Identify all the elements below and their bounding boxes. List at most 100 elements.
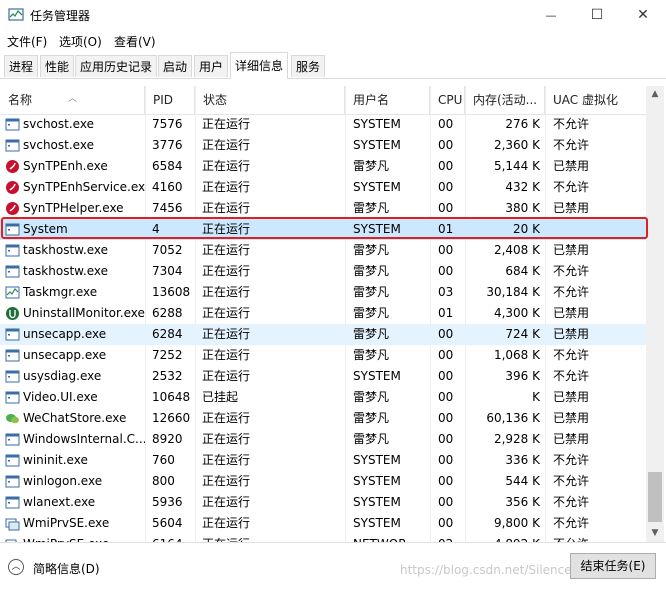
cell-name: UninstallMonitor.exe <box>23 306 145 320</box>
cell-pid: 800 <box>152 474 175 488</box>
cell-user: 雷梦凡 <box>353 432 390 446</box>
table-row[interactable]: WindowsInternal.C... 8920 正在运行 雷梦凡 00 2,928 K… <box>0 429 646 450</box>
tab-startup[interactable]: 启动 <box>158 55 193 77</box>
end-task-button[interactable]: 结束任务(E) <box>570 553 656 579</box>
cell-pid: 7576 <box>152 117 183 131</box>
tab-processes[interactable]: 进程 <box>4 55 39 77</box>
tab-services[interactable]: 服务 <box>291 55 326 77</box>
scroll-up-icon[interactable]: ▲ <box>646 86 664 103</box>
table-row[interactable]: UninstallMonitor.exe 6288 正在运行 雷梦凡 01 4,300 K… <box>0 303 646 324</box>
table-row[interactable]: WeChatStore.exe 12660 正在运行 雷梦凡 00 60,136 K 已禁用 <box>0 408 646 429</box>
table-row[interactable]: taskhostw.exe 7052 正在运行 雷梦凡 00 2,408 K 已禁用 <box>0 240 646 261</box>
cell-cpu: 00 <box>438 516 454 530</box>
cell-name: SynTPHelper.exe <box>23 201 124 215</box>
cell-uac: 已禁用 <box>553 201 590 215</box>
cell-mem: 60,136 K <box>486 411 540 425</box>
column-cpu[interactable]: CPU <box>430 86 465 114</box>
table-row[interactable]: unsecapp.exe 6284 正在运行 雷梦凡 00 724 K 已禁用 <box>0 324 646 345</box>
cell-uac: 已禁用 <box>553 306 590 320</box>
cell-name: WmiPrvSE.exe <box>23 516 110 530</box>
task-manager-icon <box>8 8 24 21</box>
cell-cpu: 00 <box>438 495 454 509</box>
cell-pid: 13608 <box>152 285 191 299</box>
cell-uac: 不允许 <box>553 474 590 488</box>
table-row[interactable]: winlogon.exe 800 正在运行 SYSTEM 00 544 K 不允许 <box>0 471 646 492</box>
cell-mem: 336 K <box>505 453 540 467</box>
tab-performance[interactable]: 性能 <box>40 55 75 77</box>
table-row[interactable]: wlanext.exe 5936 正在运行 SYSTEM 00 356 K 不允许 <box>0 492 646 513</box>
cell-cpu: 00 <box>438 411 454 425</box>
cell-pid: 6288 <box>152 306 183 320</box>
cell-uac: 已禁用 <box>553 159 590 173</box>
column-uac[interactable]: UAC 虚拟化 <box>545 86 646 114</box>
table-row[interactable]: Video.UI.exe 10648 已挂起 雷梦凡 00 K 已禁用 <box>0 387 646 408</box>
cell-user: 雷梦凡 <box>353 306 390 320</box>
title-bar[interactable]: 任务管理器 — ☐ ✕ <box>0 0 666 30</box>
table-row[interactable]: WmiPrvSE.exe6164正在运行NETWOR...024,892 K不允… <box>0 534 646 542</box>
cell-cpu: 00 <box>438 138 454 152</box>
vertical-scrollbar[interactable]: ▲ ▼ <box>646 86 664 542</box>
column-pid[interactable]: PID <box>145 86 195 114</box>
cell-status: 正在运行 <box>202 285 251 299</box>
tab-details[interactable]: 详细信息 <box>230 52 289 79</box>
cell-mem: 2,360 K <box>493 138 540 152</box>
cell-name: svchost.exe <box>23 117 94 131</box>
table-row[interactable]: SynTPEnhService.exe 4160 正在运行 SYSTEM 00 432 K… <box>0 177 646 198</box>
table-row[interactable]: taskhostw.exe 7304 正在运行 雷梦凡 00 684 K 不允许 <box>0 261 646 282</box>
column-name[interactable]: 名称 ︿ <box>0 86 145 114</box>
highlight-box <box>1 217 648 239</box>
menu-file[interactable]: 文件(F) <box>7 33 47 50</box>
tab-app-history[interactable]: 应用历史记录 <box>75 55 158 77</box>
cell-mem: 684 K <box>505 264 540 278</box>
cell-uac: 不允许 <box>553 495 590 509</box>
cell-mem: 2,928 K <box>493 432 540 446</box>
cell-uac: 已禁用 <box>553 432 590 446</box>
cell-name: usysdiag.exe <box>23 369 102 383</box>
minimize-button[interactable]: — <box>528 0 574 30</box>
cell-mem: K <box>532 390 540 404</box>
scroll-down-icon[interactable]: ▼ <box>646 525 664 542</box>
column-status[interactable]: 状态 <box>195 86 345 114</box>
table-row[interactable]: Taskmgr.exe 13608 正在运行 雷梦凡 03 30,184 K 不允许 <box>0 282 646 303</box>
cell-mem: 432 K <box>505 180 540 194</box>
cell-status: 正在运行 <box>202 180 251 194</box>
maximize-button[interactable]: ☐ <box>574 0 620 30</box>
tab-users[interactable]: 用户 <box>194 55 229 77</box>
cell-user: NETWOR... <box>345 534 430 542</box>
cell-uac: 不允许 <box>545 534 645 542</box>
cell-pid: 4160 <box>152 180 183 194</box>
cell-name: svchost.exe <box>23 138 94 152</box>
cell-cpu: 00 <box>438 348 454 362</box>
column-user[interactable]: 用户名 <box>345 86 430 114</box>
cell-status: 已挂起 <box>202 390 239 404</box>
cell-status: 正在运行 <box>202 306 251 320</box>
cell-pid: 7304 <box>152 264 183 278</box>
collapse-icon[interactable]: ︿ <box>8 559 24 575</box>
cell-mem: 30,184 K <box>486 285 540 299</box>
cell-user: SYSTEM <box>353 453 401 467</box>
menu-options[interactable]: 选项(O) <box>59 33 102 50</box>
table-row[interactable]: usysdiag.exe 2532 正在运行 SYSTEM 00 396 K 不允许 <box>0 366 646 387</box>
cell-cpu: 00 <box>438 159 454 173</box>
cell-status: 正在运行 <box>202 369 251 383</box>
table-row[interactable]: SynTPEnh.exe 6584 正在运行 雷梦凡 00 5,144 K 已禁用 <box>0 156 646 177</box>
table-row[interactable]: wininit.exe 760 正在运行 SYSTEM 00 336 K 不允许 <box>0 450 646 471</box>
cell-pid: 6584 <box>152 159 183 173</box>
cell-cpu: 02 <box>430 534 465 542</box>
less-details-link[interactable]: 简略信息(D) <box>33 560 100 577</box>
close-button[interactable]: ✕ <box>620 0 666 30</box>
cell-status: 正在运行 <box>202 411 251 425</box>
table-row[interactable]: SynTPHelper.exe 7456 正在运行 雷梦凡 00 380 K 已禁用 <box>0 198 646 219</box>
cell-cpu: 00 <box>438 327 454 341</box>
scroll-thumb[interactable] <box>648 472 662 522</box>
table-row[interactable]: WmiPrvSE.exe 5604 正在运行 SYSTEM 00 9,800 K 不允许 <box>0 513 646 534</box>
sort-up-icon: ︿ <box>68 94 78 104</box>
table-row[interactable]: svchost.exe 7576 正在运行 SYSTEM 00 276 K 不允许 <box>0 114 646 135</box>
table-row[interactable]: unsecapp.exe 7252 正在运行 雷梦凡 00 1,068 K 不允许 <box>0 345 646 366</box>
table-row[interactable]: svchost.exe 3776 正在运行 SYSTEM 00 2,360 K 不允许 <box>0 135 646 156</box>
cell-status: 正在运行 <box>202 138 251 152</box>
cell-name: WeChatStore.exe <box>23 411 127 425</box>
cell-name: taskhostw.exe <box>23 264 108 278</box>
column-memory[interactable]: 内存(活动... <box>465 86 545 114</box>
menu-view[interactable]: 查看(V) <box>114 33 156 50</box>
